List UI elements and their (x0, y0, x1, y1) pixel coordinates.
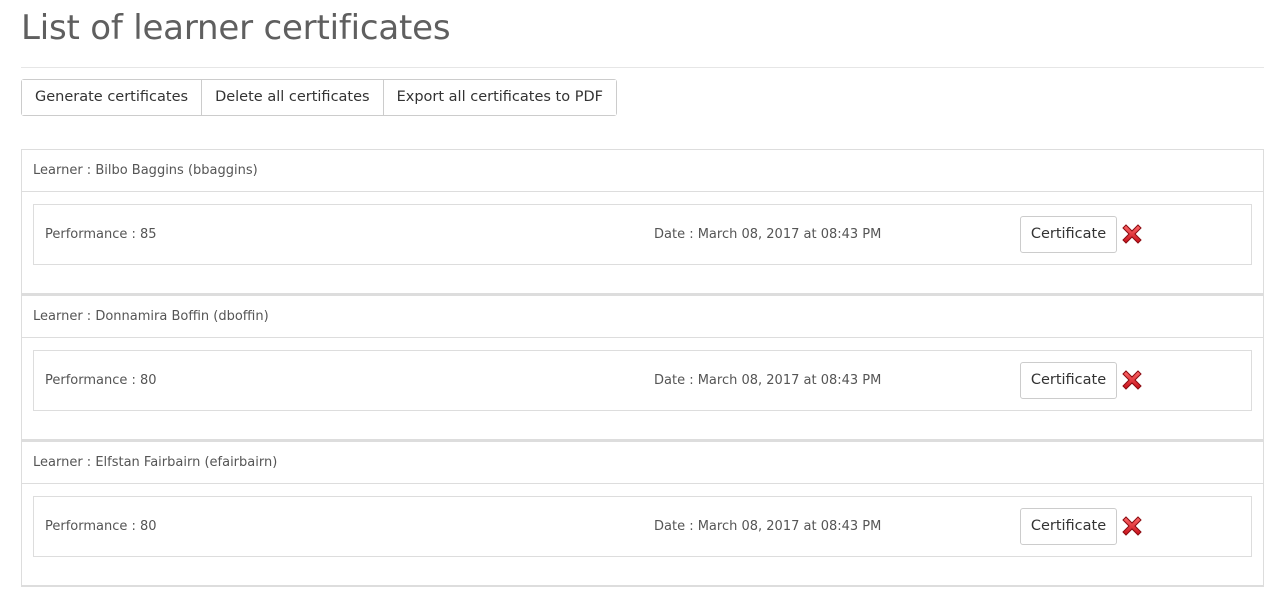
performance-text: Performance : 80 (45, 373, 157, 388)
certificate-row: Performance : 80 Date : March 08, 2017 a… (33, 350, 1252, 411)
certificates-page: List of learner certificates Generate ce… (0, 0, 1281, 602)
learner-header: Learner : Donnamira Boffin (dboffin) (22, 296, 1263, 338)
learner-header: Learner : Elfstan Fairbairn (efairbairn) (22, 442, 1263, 484)
view-certificate-button[interactable]: Certificate (1020, 362, 1117, 399)
delete-all-certificates-button[interactable]: Delete all certificates (201, 80, 383, 115)
performance-text: Performance : 85 (45, 227, 157, 242)
learner-panel: Learner : Elfstan Fairbairn (efairbairn)… (21, 441, 1264, 587)
learner-header: Learner : Bilbo Baggins (bbaggins) (22, 150, 1263, 192)
certificate-date: Date : March 08, 2017 at 08:43 PM (654, 227, 882, 242)
page-title: List of learner certificates (21, 8, 451, 48)
certificate-row: Performance : 85 Date : March 08, 2017 a… (33, 204, 1252, 265)
performance-text: Performance : 80 (45, 519, 157, 534)
delete-icon[interactable] (1119, 513, 1145, 539)
learner-panel: Learner : Donnamira Boffin (dboffin) Per… (21, 295, 1264, 441)
title-divider (21, 67, 1264, 68)
certificate-date: Date : March 08, 2017 at 08:43 PM (654, 519, 882, 534)
learner-panel: Learner : Bilbo Baggins (bbaggins) Perfo… (21, 149, 1264, 295)
view-certificate-button[interactable]: Certificate (1020, 508, 1117, 545)
delete-icon[interactable] (1119, 221, 1145, 247)
certificate-row: Performance : 80 Date : March 08, 2017 a… (33, 496, 1252, 557)
generate-certificates-button[interactable]: Generate certificates (22, 80, 202, 115)
delete-icon[interactable] (1119, 367, 1145, 393)
certificate-toolbar: Generate certificates Delete all certifi… (21, 79, 617, 116)
certificate-date: Date : March 08, 2017 at 08:43 PM (654, 373, 882, 388)
export-certificates-pdf-button[interactable]: Export all certificates to PDF (382, 80, 616, 115)
learner-list: Learner : Bilbo Baggins (bbaggins) Perfo… (21, 149, 1264, 587)
view-certificate-button[interactable]: Certificate (1020, 216, 1117, 253)
